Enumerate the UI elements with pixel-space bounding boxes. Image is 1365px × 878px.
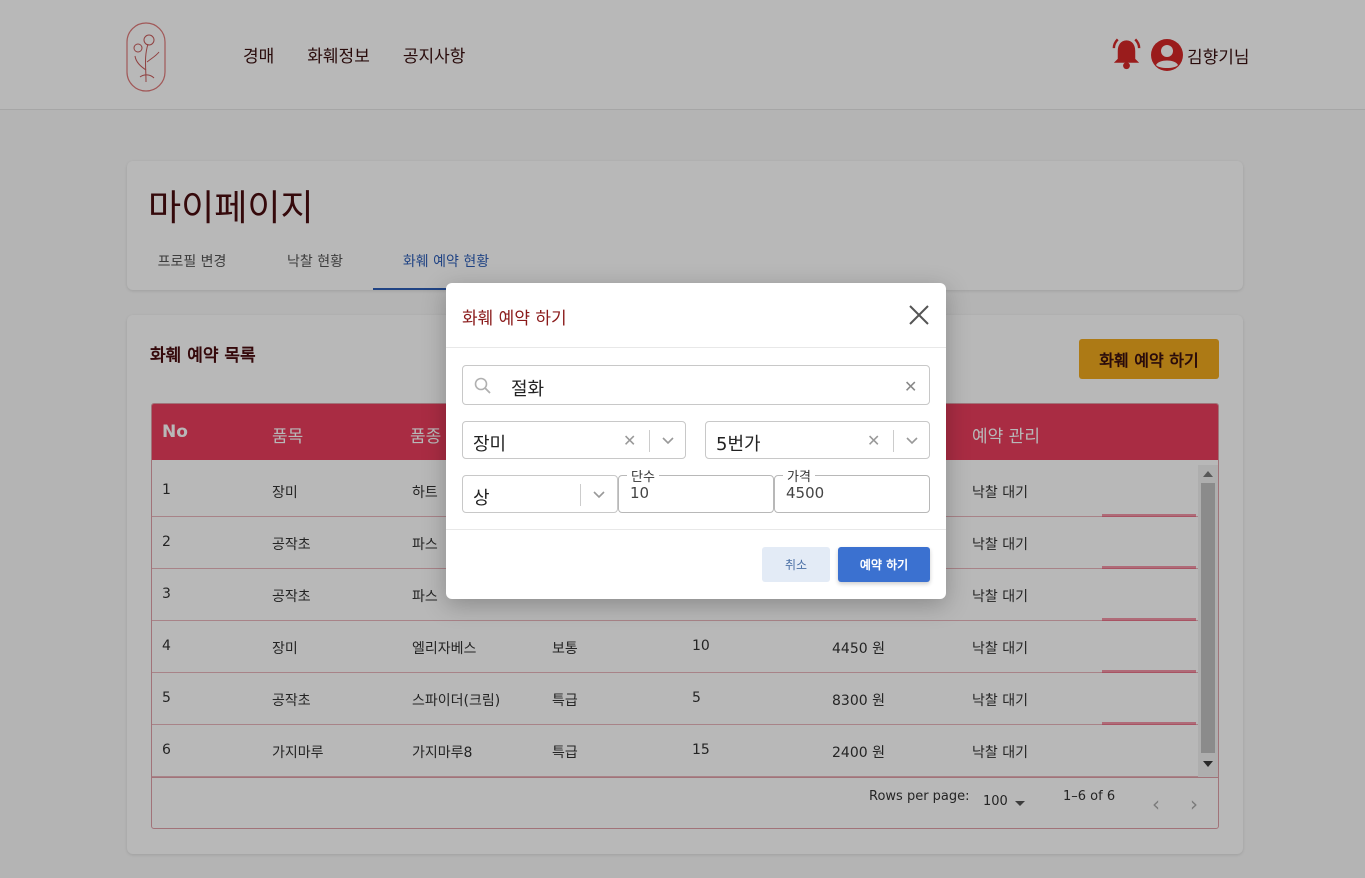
item-select-value: 장미 — [473, 434, 507, 455]
grade-select[interactable]: 상 — [462, 475, 618, 513]
clear-icon[interactable]: ✕ — [904, 377, 917, 396]
submit-reservation-button[interactable]: 예약 하기 — [838, 547, 930, 582]
clear-icon[interactable]: ✕ — [867, 431, 880, 450]
select-separator — [893, 430, 894, 452]
variety-select[interactable]: 5번가 ✕ — [705, 421, 930, 459]
grade-select-value: 상 — [473, 488, 490, 509]
price-field[interactable]: 가격 4500 — [774, 466, 930, 513]
modal-divider-top — [446, 347, 946, 348]
cancel-button[interactable]: 취소 — [762, 547, 830, 582]
item-select[interactable]: 장미 ✕ — [462, 421, 686, 459]
price-value: 4500 — [786, 484, 825, 502]
chevron-down-icon[interactable] — [659, 431, 677, 449]
search-input[interactable]: 절화 ✕ — [462, 365, 930, 405]
chevron-down-icon[interactable] — [590, 485, 608, 503]
select-separator — [649, 430, 650, 452]
variety-select-value: 5번가 — [716, 434, 761, 455]
clear-icon[interactable]: ✕ — [623, 431, 636, 450]
chevron-down-icon[interactable] — [903, 431, 921, 449]
reservation-modal: 화훼 예약 하기 절화 ✕ 장미 ✕ 5번가 ✕ 상 단수 10 가격 4500 — [446, 283, 946, 599]
search-value: 절화 — [511, 379, 545, 400]
qty-field[interactable]: 단수 10 — [618, 466, 774, 513]
price-label: 가격 — [783, 466, 815, 485]
search-icon — [474, 377, 491, 394]
modal-divider-bottom — [446, 529, 946, 530]
close-icon[interactable] — [907, 303, 931, 327]
select-separator — [580, 484, 581, 506]
qty-value: 10 — [630, 484, 650, 502]
qty-label: 단수 — [627, 466, 659, 485]
modal-title: 화훼 예약 하기 — [462, 309, 567, 329]
